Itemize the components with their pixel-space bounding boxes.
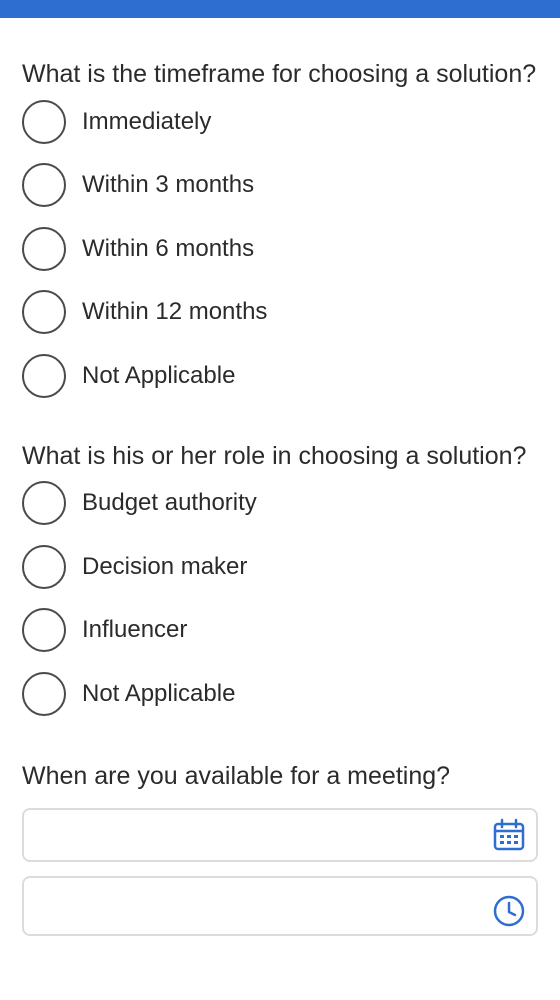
option-within-3-months[interactable]: Within 3 months (22, 162, 538, 226)
radio-button[interactable] (22, 353, 66, 398)
option-not-applicable[interactable]: Not Applicable (22, 670, 538, 734)
radio-button[interactable] (22, 99, 66, 144)
option-decision-maker[interactable]: Decision maker (22, 543, 538, 607)
option-label: Budget authority (82, 489, 257, 517)
radio-group-role: Budget authority Decision maker Influenc… (22, 480, 538, 734)
question-title: When are you available for a meeting? (22, 761, 451, 790)
option-immediately[interactable]: Immediately (22, 98, 538, 162)
date-input[interactable] (24, 809, 536, 860)
radio-button[interactable] (22, 608, 66, 653)
time-field[interactable] (22, 875, 538, 936)
option-label: Within 6 months (82, 234, 255, 262)
option-within-6-months[interactable]: Within 6 months (22, 225, 538, 289)
option-label: Decision maker (82, 552, 248, 580)
radio-button[interactable] (22, 481, 66, 526)
option-label: Immediately (82, 107, 212, 135)
option-not-applicable[interactable]: Not Applicable (22, 352, 538, 416)
question-title: What is his or her role in choosing a so… (22, 441, 527, 470)
radio-group-timeframe: Immediately Within 3 months Within 6 mon… (22, 98, 538, 416)
radio-button[interactable] (22, 290, 66, 335)
option-label: Within 12 months (82, 298, 268, 326)
calendar-icon[interactable] (492, 818, 526, 852)
option-influencer[interactable]: Influencer (22, 607, 538, 671)
question-block-timeframe: What is the timeframe for choosing a sol… (22, 56, 538, 416)
form-content: What is the timeframe for choosing a sol… (22, 56, 538, 936)
option-label: Not Applicable (82, 361, 236, 389)
question-block-meeting: When are you available for a meeting? (22, 758, 538, 936)
option-budget-authority[interactable]: Budget authority (22, 480, 538, 544)
radio-button[interactable] (22, 226, 66, 271)
date-field[interactable] (22, 807, 538, 862)
radio-button[interactable] (22, 544, 66, 589)
question-block-role: What is his or her role in choosing a so… (22, 438, 538, 734)
clock-icon[interactable] (492, 894, 526, 928)
option-within-12-months[interactable]: Within 12 months (22, 289, 538, 353)
time-input[interactable] (24, 877, 536, 934)
radio-button[interactable] (22, 163, 66, 208)
option-label: Within 3 months (82, 171, 255, 199)
option-label: Influencer (82, 616, 188, 644)
top-accent-bar (0, 0, 560, 18)
option-label: Not Applicable (82, 679, 236, 707)
radio-button[interactable] (22, 671, 66, 716)
question-title: What is the timeframe for choosing a sol… (22, 60, 537, 88)
